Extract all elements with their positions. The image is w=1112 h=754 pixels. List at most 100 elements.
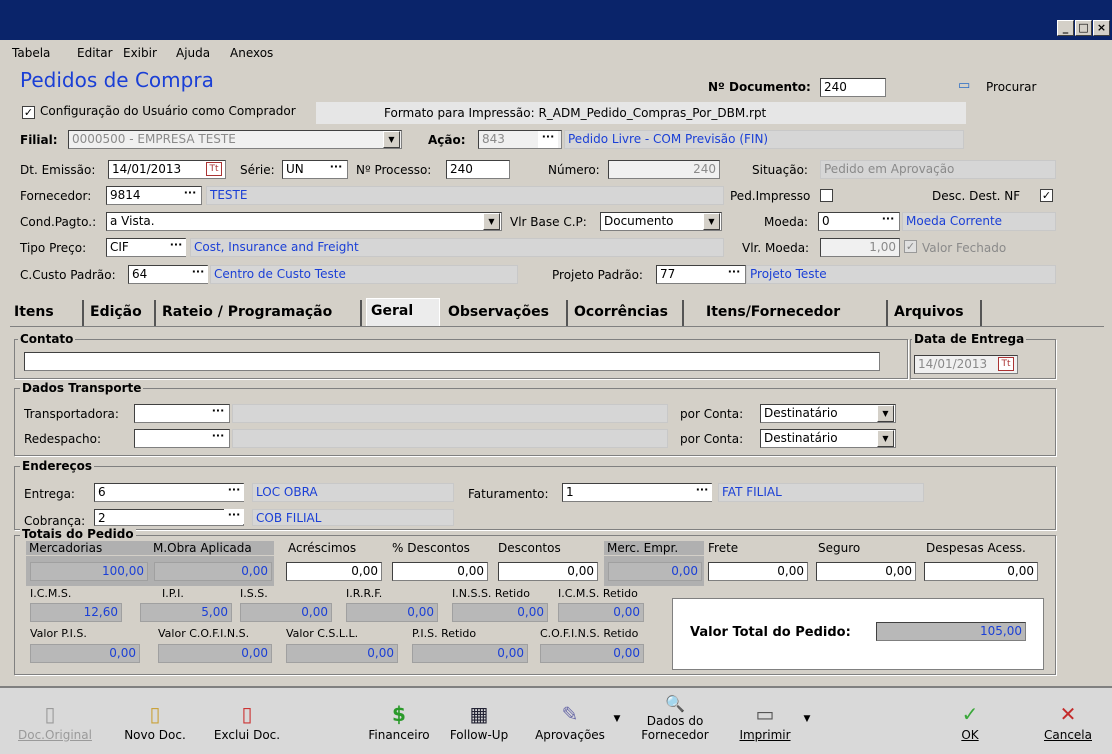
comprador-checkbox[interactable]: ✓	[22, 106, 35, 119]
serie-lookup-button[interactable]: ···	[326, 161, 346, 178]
totais-title: Totais do Pedido	[20, 527, 136, 541]
total-value-acrescimos[interactable]: 0,00	[286, 562, 382, 581]
supplier-search-icon: 🔍	[665, 694, 685, 713]
dados-fornecedor-button[interactable]: 🔍 Dados do Fornecedor	[632, 694, 718, 742]
tab-observacoes[interactable]: Observações	[444, 300, 568, 326]
tab-arquivos[interactable]: Arquivos	[890, 300, 982, 326]
transporte-title: Dados Transporte	[20, 381, 144, 395]
projeto-description: Projeto Teste	[746, 265, 1056, 284]
total-value-mercadorias: 100,00	[30, 562, 148, 581]
tab-edicao[interactable]: Edição	[86, 300, 156, 326]
total-value-pis-retido: 0,00	[412, 644, 528, 663]
procurar-button[interactable]: ▭ Procurar	[958, 78, 1048, 96]
tab-geral[interactable]: Geral	[366, 298, 440, 326]
tab-ocorrencias[interactable]: Ocorrências	[570, 300, 684, 326]
total-value-descontos[interactable]: 0,00	[498, 562, 598, 581]
projeto-lookup-button[interactable]: ···	[724, 266, 744, 283]
imprimir-button[interactable]: ▭ Imprimir	[728, 700, 802, 742]
redespacho-lookup-button[interactable]: ···	[208, 430, 228, 447]
total-label-mobra: M.Obra Aplicada	[150, 541, 274, 555]
ccusto-label: C.Custo Padrão:	[20, 268, 116, 282]
transportadora-lookup-button[interactable]: ···	[208, 405, 228, 422]
total-value-frete[interactable]: 0,00	[708, 562, 808, 581]
fornecedor-name: TESTE	[206, 186, 724, 205]
minimize-button[interactable]: _	[1057, 20, 1074, 36]
tab-itens[interactable]: Itens	[10, 300, 84, 326]
menu-anexos[interactable]: Anexos	[230, 46, 273, 60]
redespacho-label: Redespacho:	[24, 432, 101, 446]
page-title: Pedidos de Compra	[20, 68, 214, 92]
ccusto-description: Centro de Custo Teste	[210, 265, 518, 284]
entrega-lookup-button[interactable]: ···	[224, 484, 244, 501]
delete-document-icon: ▯	[241, 702, 253, 726]
por-conta-1-dropdown-icon[interactable]: ▼	[877, 405, 894, 422]
total-value-despesas[interactable]: 0,00	[924, 562, 1038, 581]
followup-button[interactable]: ▦ Follow-Up	[444, 700, 514, 742]
total-label-inss: I.N.S.S. Retido	[452, 587, 530, 600]
menu-editar[interactable]: Editar	[77, 46, 113, 60]
total-label-icms-retido: I.C.M.S. Retido	[558, 587, 638, 600]
total-label-mercadorias: Mercadorias	[26, 541, 150, 555]
contato-input[interactable]	[24, 352, 880, 371]
total-value-irrf: 0,00	[346, 603, 438, 622]
faturamento-code-input[interactable]: 1	[562, 483, 712, 502]
financeiro-button[interactable]: $ Financeiro	[362, 700, 436, 742]
moeda-label: Moeda:	[764, 215, 809, 229]
total-label-pis-retido: P.I.S. Retido	[412, 627, 477, 640]
ok-button[interactable]: ✓ OK	[948, 700, 992, 742]
total-value-icms-retido: 0,00	[558, 603, 644, 622]
tab-bar: Itens Edição Rateio / Programação Geral …	[10, 298, 1102, 326]
entrega-code-input[interactable]: 6	[94, 483, 244, 502]
faturamento-lookup-button[interactable]: ···	[692, 484, 712, 501]
total-value-cofins-retido: 0,00	[540, 644, 644, 663]
novo-doc-button[interactable]: ▯ Novo Doc.	[118, 700, 192, 742]
cond-pagto-select[interactable]: a Vista.	[106, 212, 502, 231]
cancela-button[interactable]: ✕ Cancela	[1036, 700, 1100, 742]
cond-pagto-dropdown-icon[interactable]: ▼	[483, 213, 500, 230]
menu-tabela[interactable]: Tabela	[12, 46, 50, 60]
approval-pen-icon: ✎	[561, 702, 579, 726]
total-label-acrescimos: Acréscimos	[288, 541, 357, 555]
cobranca-lookup-button[interactable]: ···	[224, 509, 244, 524]
vlr-moeda-input: 1,00	[820, 238, 900, 257]
close-button[interactable]: ×	[1093, 20, 1110, 36]
tab-itens-fornecedor[interactable]: Itens/Fornecedor	[686, 300, 888, 326]
tipo-preco-lookup-button[interactable]: ···	[166, 239, 186, 256]
total-value-seguro[interactable]: 0,00	[816, 562, 916, 581]
comprador-label: Configuração do Usuário como Comprador	[40, 104, 296, 118]
aprovacoes-button[interactable]: ✎ Aprovações	[528, 700, 612, 742]
exclui-doc-button[interactable]: ▯ Exclui Doc.	[210, 700, 284, 742]
cobranca-code-input[interactable]: 2	[94, 509, 244, 526]
calendar-icon[interactable]: Tt	[206, 162, 222, 176]
imprimir-menu-arrow-icon[interactable]: ▼	[800, 712, 814, 726]
ped-impresso-checkbox[interactable]	[820, 189, 833, 202]
doc-number-input[interactable]: 240	[820, 78, 886, 97]
menu-exibir[interactable]: Exibir	[123, 46, 157, 60]
tipo-preco-label: Tipo Preço:	[20, 241, 87, 255]
vlr-base-dropdown-icon[interactable]: ▼	[703, 213, 720, 230]
filial-dropdown-icon[interactable]: ▼	[383, 131, 400, 148]
transportadora-description	[232, 404, 668, 423]
fornecedor-lookup-button[interactable]: ···	[180, 187, 200, 204]
processo-input[interactable]: 240	[446, 160, 510, 179]
data-entrega-calendar-icon[interactable]: Tt	[998, 357, 1014, 371]
maximize-button[interactable]: □	[1075, 20, 1092, 36]
menu-ajuda[interactable]: Ajuda	[176, 46, 210, 60]
tab-rateio[interactable]: Rateio / Programação	[158, 300, 362, 326]
ccusto-lookup-button[interactable]: ···	[188, 266, 208, 283]
moeda-lookup-button[interactable]: ···	[878, 213, 898, 230]
acao-lookup-button[interactable]: ···	[538, 131, 558, 148]
enderecos-title: Endereços	[20, 459, 95, 473]
por-conta-2-dropdown-icon[interactable]: ▼	[877, 430, 894, 447]
vlr-moeda-label: Vlr. Moeda:	[742, 241, 810, 255]
total-value-pct-descontos[interactable]: 0,00	[392, 562, 488, 581]
valor-total-label: Valor Total do Pedido:	[690, 625, 851, 640]
por-conta-select-1[interactable]: Destinatário	[760, 404, 896, 423]
desc-dest-checkbox[interactable]: ✓	[1040, 189, 1053, 202]
por-conta-label-1: por Conta:	[680, 407, 744, 421]
total-label-csll: Valor C.S.L.L.	[286, 627, 359, 640]
filial-select[interactable]: 0000500 - EMPRESA TESTE	[68, 130, 402, 149]
fornecedor-label: Fornecedor:	[20, 189, 92, 203]
aprovacoes-menu-arrow-icon[interactable]: ▼	[610, 712, 624, 726]
por-conta-select-2[interactable]: Destinatário	[760, 429, 896, 448]
